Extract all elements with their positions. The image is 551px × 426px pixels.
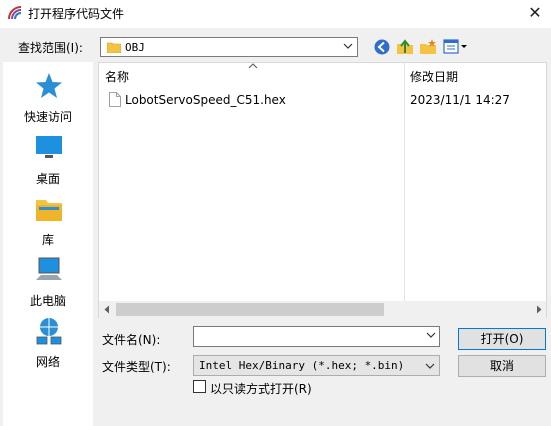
- sort-up-icon: [248, 63, 258, 69]
- list-item[interactable]: LobotServoSpeed_C51.hex 2023/11/1 14:27: [105, 90, 535, 110]
- place-label: 此电脑: [29, 294, 66, 308]
- open-button[interactable]: 打开(O): [458, 328, 546, 350]
- file-icon: [109, 92, 121, 107]
- column-header-date[interactable]: 修改日期: [410, 68, 458, 85]
- place-label: 库: [41, 233, 54, 247]
- chevron-down-icon[interactable]: [426, 330, 436, 340]
- up-folder-icon[interactable]: [396, 38, 414, 56]
- read-only-checkbox[interactable]: [193, 380, 206, 393]
- file-name: LobotServoSpeed_C51.hex: [125, 93, 286, 107]
- folder-icon: [107, 42, 121, 53]
- library-icon: [36, 200, 62, 221]
- computer-icon: [36, 257, 62, 280]
- column-header-name[interactable]: 名称: [105, 68, 129, 85]
- scrollbar-thumb[interactable]: [116, 303, 384, 316]
- view-menu-icon[interactable]: [443, 38, 469, 56]
- place-library[interactable]: 库: [3, 193, 93, 251]
- window-title: 打开程序代码文件: [28, 7, 125, 21]
- place-quick-access[interactable]: 快速访问: [3, 70, 93, 128]
- read-only-label[interactable]: 以只读方式打开(R): [210, 380, 312, 397]
- horizontal-scrollbar[interactable]: [99, 301, 546, 318]
- back-icon[interactable]: [373, 38, 391, 56]
- star-icon: [36, 73, 62, 98]
- place-label: 快速访问: [23, 110, 72, 124]
- network-icon: [36, 318, 62, 345]
- lookin-label: 查找范围(I):: [18, 41, 83, 55]
- place-label: 网络: [35, 355, 60, 369]
- file-date: 2023/11/1 14:27: [410, 93, 510, 107]
- file-type-dropdown[interactable]: Intel Hex/Binary (*.hex; *.bin): [193, 355, 440, 376]
- place-this-pc[interactable]: 此电脑: [3, 254, 93, 312]
- file-type-value: Intel Hex/Binary (*.hex; *.bin): [199, 359, 405, 372]
- lookin-value: OBJ: [125, 41, 145, 54]
- file-name-label: 文件名(N):: [102, 333, 161, 347]
- place-network[interactable]: 网络: [3, 315, 93, 373]
- lookin-dropdown[interactable]: OBJ: [100, 37, 358, 57]
- app-icon: [8, 6, 22, 20]
- file-type-label: 文件类型(T):: [102, 360, 171, 374]
- new-folder-icon[interactable]: [419, 38, 437, 56]
- chevron-down-icon: [425, 363, 435, 369]
- scroll-left-icon[interactable]: [103, 305, 111, 314]
- desktop-icon: [36, 136, 62, 158]
- cancel-button[interactable]: 取消: [458, 355, 546, 377]
- close-icon[interactable]: ✕: [522, 2, 548, 24]
- places-bar: 快速访问 桌面 库 此电脑 网络: [3, 62, 93, 426]
- file-list[interactable]: 名称 修改日期 LobotServoSpeed_C51.hex 2023/11/…: [98, 62, 547, 318]
- scroll-right-icon[interactable]: [535, 305, 543, 314]
- file-name-input[interactable]: [193, 326, 440, 347]
- place-label: 桌面: [35, 172, 60, 186]
- chevron-down-icon: [343, 43, 353, 49]
- place-desktop[interactable]: 桌面: [3, 132, 93, 190]
